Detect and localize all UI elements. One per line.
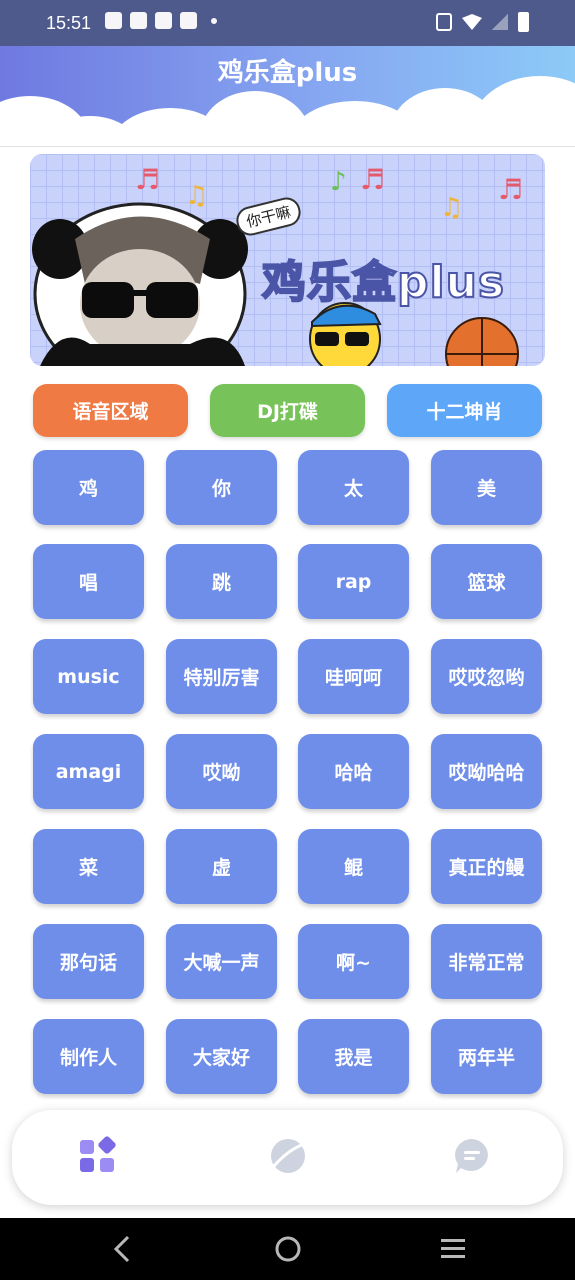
system-status-icons [436,12,529,32]
sound-button[interactable]: music [33,639,144,714]
sound-button[interactable]: 篮球 [431,544,542,619]
sound-button[interactable]: 鸡 [33,450,144,525]
sound-button[interactable]: 虚 [166,829,277,904]
sunglasses-icon [82,282,134,318]
music-note-icon: ♫ [185,181,208,211]
music-note-icon: ♫ [440,193,463,223]
system-nav-icons [113,1235,465,1263]
more-notifications-dot-icon [211,17,217,24]
sound-button[interactable]: 美 [431,450,542,525]
music-note-icon: ♪ [330,167,347,197]
nav-messages-tab[interactable] [452,1136,492,1176]
nav-discover-tab[interactable] [268,1136,308,1176]
sound-button[interactable]: 唱 [33,544,144,619]
grid-apps-icon [80,1136,116,1172]
cell-signal-icon [492,14,508,30]
header-divider [0,146,575,147]
wifi-icon [462,14,482,30]
app-header: 鸡乐盒plus [0,46,575,146]
status-time: 15:51 [46,13,92,33]
notification-icon-1 [105,12,122,29]
sound-button[interactable]: 哎哎忽哟 [431,639,542,714]
bottom-navigation [12,1110,563,1205]
sound-button[interactable]: 你 [166,450,277,525]
sound-button[interactable]: 太 [298,450,409,525]
system-navigation-bar [0,1218,575,1280]
mail-icon-2 [180,12,197,29]
sound-button[interactable]: 啊~ [298,924,409,999]
sound-button[interactable]: 真正的鳗 [431,829,542,904]
music-note-icon: ♬ [360,163,385,196]
sound-button[interactable]: 那句话 [33,924,144,999]
category-dj-button[interactable]: DJ打碟 [210,384,365,437]
home-icon [275,1236,301,1262]
sound-button[interactable]: 我是 [298,1019,409,1094]
sound-button[interactable]: 大喊一声 [166,924,277,999]
nav-home-tab[interactable] [78,1136,118,1176]
sound-button[interactable]: 哎呦哈哈 [431,734,542,809]
header-bottom-fill [0,124,575,146]
music-note-icon: ♬ [135,163,160,196]
sound-button[interactable]: 两年半 [431,1019,542,1094]
sound-button[interactable]: 非常正常 [431,924,542,999]
status-bar: 15:51 [0,0,575,46]
category-zodiac-button[interactable]: 十二坤肖 [387,384,542,437]
sound-button[interactable]: 菜 [33,829,144,904]
notification-icons [105,12,217,29]
back-icon [113,1235,130,1263]
sound-button[interactable]: 哇呵呵 [298,639,409,714]
vibrate-icon [436,13,452,31]
banner-title: 鸡乐盒plus [261,256,506,309]
recents-icon [441,1239,465,1258]
sound-button[interactable]: 哈哈 [298,734,409,809]
notification-icon-2 [130,12,147,29]
sound-button[interactable]: rap [298,544,409,619]
sound-button[interactable]: 大家好 [166,1019,277,1094]
sound-button[interactable]: 哎呦 [166,734,277,809]
sound-button[interactable]: amagi [33,734,144,809]
banner-image[interactable]: ♬ ♫ ♪ ♬ ♫ ♬ 你干嘛 鸡乐盒plus [30,154,545,366]
music-note-icon: ♬ [498,173,523,206]
sound-button[interactable]: 跳 [166,544,277,619]
sound-button[interactable]: 鲲 [298,829,409,904]
category-voice-button[interactable]: 语音区域 [33,384,188,437]
planet-icon [271,1139,305,1173]
battery-icon [518,12,529,32]
mail-icon [155,12,172,29]
chat-bubble-icon [455,1139,488,1173]
sound-button[interactable]: 特别厉害 [166,639,277,714]
sound-button[interactable]: 制作人 [33,1019,144,1094]
app-title: 鸡乐盒plus [217,58,358,88]
